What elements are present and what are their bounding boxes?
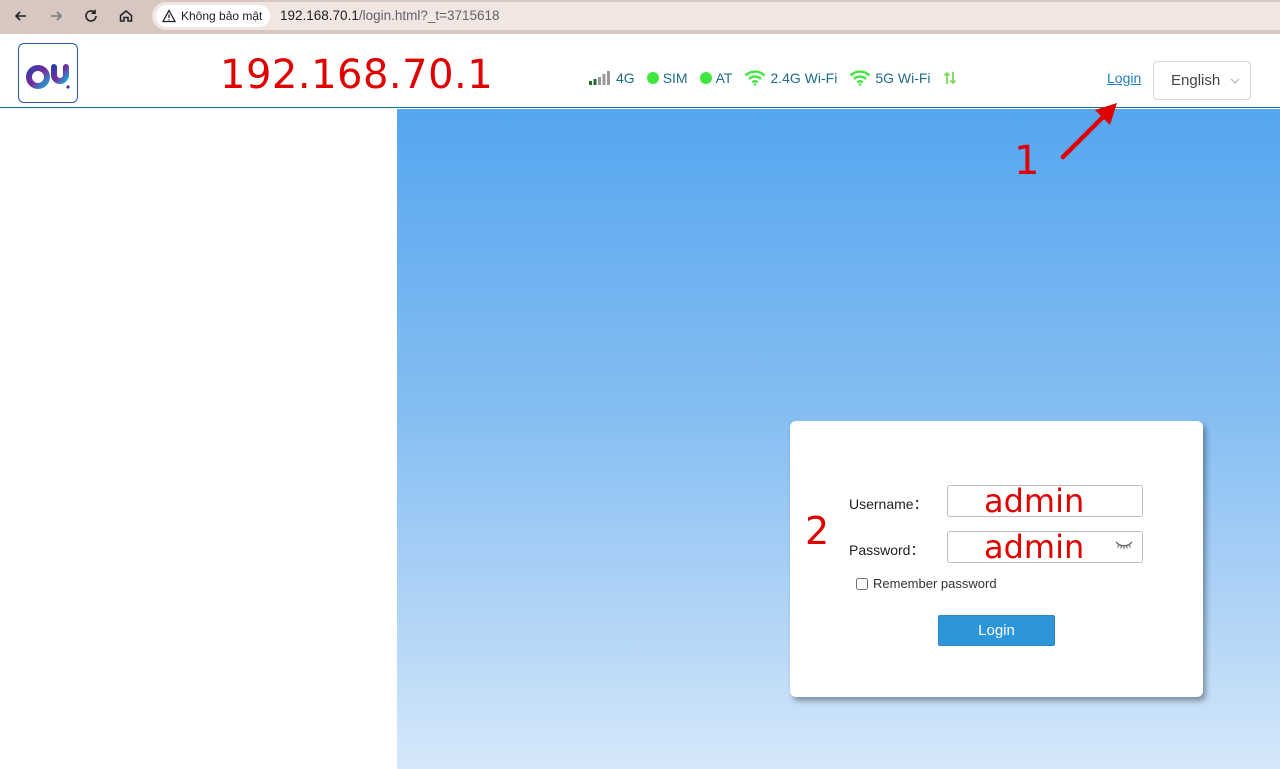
remember-password-checkbox[interactable] <box>856 577 868 590</box>
wifi-5-status: 5G Wi-Fi <box>849 70 931 86</box>
sim-status-dot-icon <box>646 72 659 84</box>
annotation-step-1: 1 <box>1014 138 1040 184</box>
home-icon <box>119 10 133 22</box>
address-bar[interactable]: Không bảo mật 192.168.70.1/login.html?_t… <box>152 2 1280 30</box>
back-button[interactable] <box>10 5 32 27</box>
remember-password[interactable]: Remember password <box>856 576 997 591</box>
password-label: Password： <box>849 542 925 558</box>
du-logo[interactable] <box>18 43 78 103</box>
network-label: 4G <box>616 70 635 86</box>
annotation-step-2: 2 <box>805 509 830 553</box>
url-text[interactable]: 192.168.70.1/login.html?_t=3715618 <box>280 8 500 23</box>
password-input[interactable] <box>947 531 1143 563</box>
login-card: 2 Username： Password： Remember password … <box>790 421 1203 697</box>
sim-status: SIM <box>646 70 688 86</box>
username-input[interactable] <box>947 485 1143 517</box>
forward-button[interactable] <box>45 5 67 27</box>
data-transfer-status <box>943 70 957 86</box>
arrow-left-icon <box>14 11 26 21</box>
ip-address-title: 192.168.70.1 <box>220 52 494 98</box>
annotation-arrow-icon <box>1060 103 1117 160</box>
at-status: AT <box>699 70 733 86</box>
security-label: Không bảo mật <box>181 9 263 23</box>
security-chip[interactable]: Không bảo mật <box>156 5 271 27</box>
du-logo-icon <box>26 56 70 89</box>
left-panel <box>0 109 397 769</box>
reload-icon <box>85 9 97 22</box>
arrow-right-icon <box>51 11 63 21</box>
wifi-5-label: 5G Wi-Fi <box>875 70 931 86</box>
wifi-24-status: 2.4G Wi-Fi <box>744 70 837 86</box>
chevron-down-icon <box>1230 78 1240 84</box>
browser-toolbar: Không bảo mật 192.168.70.1/login.html?_t… <box>0 0 1280 34</box>
url-path: /login.html?_t=3715618 <box>358 8 500 23</box>
wifi-icon <box>849 70 871 86</box>
network-status: 4G <box>588 70 635 86</box>
username-label: Username： <box>849 496 928 512</box>
language-value: English <box>1171 72 1221 89</box>
header-login-link[interactable]: Login <box>1107 70 1141 86</box>
wifi-icon <box>745 70 766 86</box>
at-label: AT <box>715 70 733 86</box>
url-host: 192.168.70.1 <box>280 8 359 23</box>
warning-triangle-icon <box>162 9 176 23</box>
eye-closed-icon[interactable] <box>1115 540 1133 550</box>
sim-label: SIM <box>662 70 688 86</box>
wifi-24-label: 2.4G Wi-Fi <box>770 70 838 86</box>
up-down-arrows-icon <box>943 71 956 85</box>
language-select[interactable]: English <box>1153 61 1251 100</box>
remember-password-label: Remember password <box>873 576 997 591</box>
login-button[interactable]: Login <box>938 615 1055 646</box>
status-bar: 4G SIM AT 2.4G Wi-Fi 5G Wi-Fi <box>588 68 969 88</box>
home-button[interactable] <box>115 5 137 27</box>
at-status-dot-icon <box>699 72 712 84</box>
signal-bars-icon <box>589 71 610 85</box>
reload-button[interactable] <box>80 5 102 27</box>
